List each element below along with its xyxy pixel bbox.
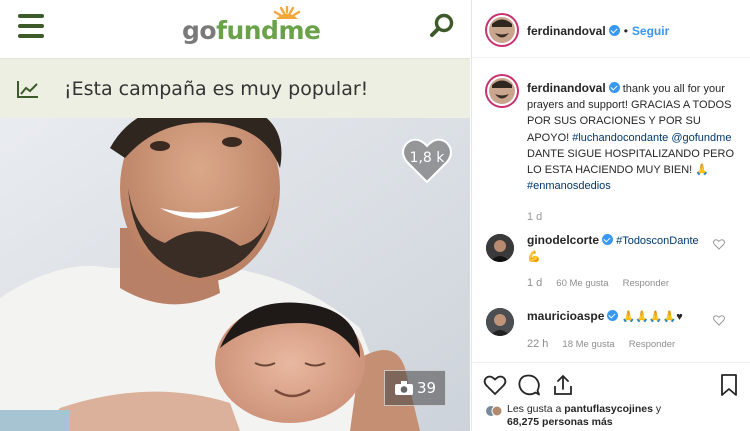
separator-dot: • xyxy=(623,24,628,38)
likes-prefix: Les gusta a xyxy=(507,403,562,415)
comment-emoji: 💪 xyxy=(527,251,541,263)
caption-avatar[interactable] xyxy=(487,76,517,106)
comment-ginodelcorte: ginodelcorte #TodosconDante 💪 xyxy=(527,232,717,265)
comment-meta-mauricioaspe: 22 h 18 Me gusta Responder xyxy=(527,338,689,350)
verified-badge-icon xyxy=(608,25,620,36)
comment-time[interactable]: 22 h xyxy=(527,338,548,350)
verified-badge-icon xyxy=(607,310,619,321)
caption-hashtag-enmanosdedios[interactable]: #enmanosdedios xyxy=(527,180,611,192)
comment-likes[interactable]: 60 Me gusta xyxy=(556,278,608,289)
comment-like-heart-icon[interactable] xyxy=(713,315,725,326)
post-caption: ferdinandoval thank you all for your pra… xyxy=(527,80,742,194)
comment-avatar-mauricioaspe[interactable] xyxy=(486,308,514,336)
camera-icon xyxy=(395,381,413,395)
caption-text-2: DANTE SIGUE HOSPITALIZANDO PERO LO ESTA … xyxy=(527,147,734,177)
comment-text: 🙏🙏🙏🙏♥ xyxy=(621,311,683,323)
avatar-image xyxy=(489,17,515,43)
search-icon[interactable] xyxy=(428,12,456,40)
gofundme-panel: gofundme ¡Esta campaña es muy popular! 1… xyxy=(0,0,470,431)
post-header: ferdinandoval • Seguir xyxy=(472,0,750,58)
menu-icon[interactable] xyxy=(18,14,44,38)
likes-user[interactable]: pantuflasycojines xyxy=(564,403,653,415)
comment-avatar-image xyxy=(486,234,514,262)
caption-avatar-image xyxy=(489,78,515,104)
avatar[interactable] xyxy=(487,15,517,45)
trending-chart-icon xyxy=(17,81,38,98)
popular-campaign-banner: ¡Esta campaña es muy popular! xyxy=(0,58,470,118)
logo-fundme: fundme xyxy=(216,16,321,45)
caption-hashtag-luchandocondante[interactable]: #luchandocondante xyxy=(572,132,668,144)
logo-go: go xyxy=(182,16,217,45)
popular-campaign-text: ¡Esta campaña es muy popular! xyxy=(64,78,369,100)
verified-badge-icon xyxy=(602,234,614,245)
caption-mention-gofundme[interactable]: @gofundme xyxy=(671,132,731,144)
comment-username[interactable]: mauricioaspe xyxy=(527,309,604,323)
comment-avatar-ginodelcorte[interactable] xyxy=(486,234,514,262)
gofundme-logo[interactable]: gofundme xyxy=(182,16,321,45)
liker-avatars-icon xyxy=(486,405,502,417)
instagram-panel: ferdinandoval • Seguir ferdinandoval thank… xyxy=(471,0,750,431)
logo-sun-icon xyxy=(273,6,301,19)
likes-count[interactable]: 68,275 personas más xyxy=(507,416,613,428)
like-heart-icon[interactable] xyxy=(483,373,507,397)
heart-count: 1,8 k xyxy=(409,150,445,166)
post-author-line: ferdinandoval • Seguir xyxy=(527,22,669,40)
likes-middle: y xyxy=(655,403,662,415)
gofundme-header: gofundme xyxy=(0,0,470,56)
comment-username[interactable]: ginodelcorte xyxy=(527,233,599,247)
share-icon[interactable] xyxy=(551,373,575,397)
follow-button[interactable]: Seguir xyxy=(632,24,669,38)
reply-button[interactable]: Responder xyxy=(623,278,669,289)
photo-gallery-button[interactable]: 39 xyxy=(384,370,446,406)
caption-time[interactable]: 1 d xyxy=(527,211,542,223)
comment-mauricioaspe: mauricioaspe 🙏🙏🙏🙏♥ xyxy=(527,308,717,325)
likes-summary: Les gusta a pantuflasycojines y 68,275 p… xyxy=(507,403,747,429)
comment-meta-ginodelcorte: 1 d 60 Me gusta Responder xyxy=(527,277,683,289)
comment-time[interactable]: 1 d xyxy=(527,277,542,289)
post-author-username[interactable]: ferdinandoval xyxy=(527,24,606,38)
bookmark-icon[interactable] xyxy=(717,373,741,397)
post-actions: Les gusta a pantuflasycojines y 68,275 p… xyxy=(472,362,750,431)
reply-button[interactable]: Responder xyxy=(629,339,675,350)
comment-likes[interactable]: 18 Me gusta xyxy=(562,339,614,350)
comment-avatar-image xyxy=(486,308,514,336)
comment-like-heart-icon[interactable] xyxy=(713,239,725,250)
campaign-photo[interactable]: 1,8 k 39 xyxy=(0,118,470,431)
caption-username[interactable]: ferdinandoval xyxy=(527,81,606,95)
photo-count: 39 xyxy=(417,379,437,397)
comment-icon[interactable] xyxy=(517,373,541,397)
verified-badge-icon xyxy=(608,82,620,93)
comment-hashtag[interactable]: #TodosconDante xyxy=(616,235,699,247)
